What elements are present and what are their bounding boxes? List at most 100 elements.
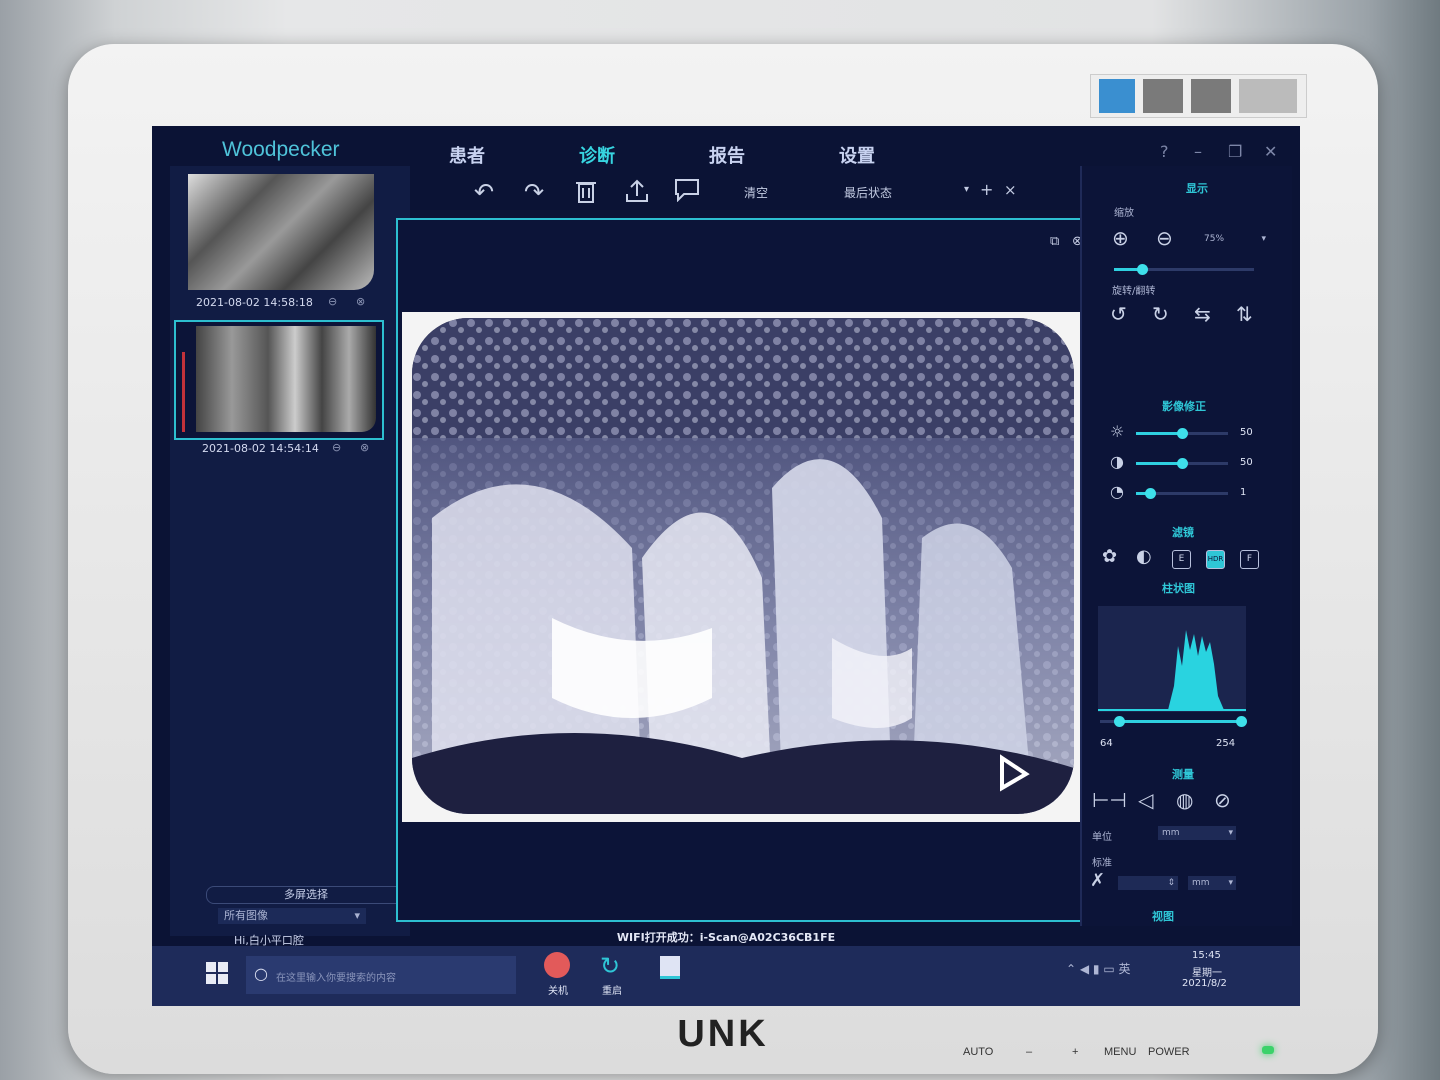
shutdown-label: 关机	[548, 986, 568, 997]
thumbnail-1[interactable]	[188, 174, 374, 290]
clock-day[interactable]: 星期一	[1192, 964, 1222, 979]
zoom-fit-icon[interactable]: ⊖	[1156, 226, 1173, 250]
tab-diagnosis[interactable]: 诊断	[579, 142, 615, 168]
dropdown-arrow-icon[interactable]: ▾	[964, 184, 969, 195]
remove-layout-button[interactable]: ×	[1004, 181, 1017, 199]
brightness-icon: ☼	[1110, 422, 1125, 441]
restart-label: 重启	[602, 986, 622, 997]
gamma-slider[interactable]	[1136, 488, 1228, 499]
calibrate-icon[interactable]: ✗	[1090, 870, 1105, 891]
last-state-select[interactable]: 最后状态	[844, 184, 892, 201]
taskbar-search-box[interactable]: ○ 在这里输入你要搜索的内容	[246, 956, 516, 994]
windows-start-icon[interactable]	[206, 962, 232, 988]
thumbnail-2-close-icon[interactable]: ⊗	[360, 441, 369, 454]
histogram-range-slider[interactable]	[1100, 716, 1247, 727]
help-icon[interactable]: ?	[1160, 142, 1169, 161]
stepper-icon[interactable]: ⇕	[1167, 876, 1175, 890]
thumbnail-2-edit-icon[interactable]: ⊖	[332, 441, 341, 454]
gamma-icon: ◔	[1110, 482, 1124, 501]
calibrate-input[interactable]: ⇕	[1118, 876, 1178, 890]
zoom-slider[interactable]	[1114, 264, 1254, 275]
contrast-slider[interactable]	[1136, 458, 1228, 469]
filter-hdr-button[interactable]: HDR	[1206, 550, 1225, 569]
histogram-chart[interactable]	[1098, 606, 1246, 712]
image-filter-value: 所有图像	[224, 909, 268, 922]
angle-icon[interactable]: ◁	[1138, 788, 1153, 812]
unit-value: mm	[1162, 828, 1180, 838]
clock-time[interactable]: 15:45	[1192, 950, 1221, 961]
clear-button[interactable]: 清空	[744, 184, 768, 201]
monitor-menu-button[interactable]: MENU	[1104, 1046, 1136, 1058]
chevron-down-icon: ▾	[354, 909, 360, 922]
app-logo: Woodpecker	[222, 138, 340, 161]
woodpecker-app-icon[interactable]	[660, 956, 680, 979]
clock-date[interactable]: 2021/8/2	[1182, 978, 1227, 989]
histogram-min-value: 64	[1100, 738, 1113, 749]
monitor-minus-button[interactable]: –	[1026, 1046, 1032, 1058]
contrast-value: 50	[1240, 457, 1253, 468]
brightness-slider[interactable]	[1136, 428, 1228, 439]
chevron-down-icon: ▾	[1228, 828, 1233, 838]
chevron-down-icon: ▾	[1261, 234, 1266, 244]
screen: Woodpecker 患者 诊断 报告 设置 ? – ❐ ✕ ↶ ↷ 清空 最后…	[152, 126, 1300, 1006]
status-message: WIFI打开成功：i-Scan@A02C36CB1FE	[616, 931, 836, 944]
filter-f-button[interactable]: F	[1240, 550, 1259, 569]
undo-icon[interactable]: ↶	[474, 178, 494, 206]
thumbnail-1-close-icon[interactable]: ⊗	[356, 295, 365, 308]
unit-select[interactable]: mm ▾	[1158, 826, 1236, 840]
restore-icon[interactable]: ❐	[1228, 142, 1242, 161]
palette-icon[interactable]: ✿	[1102, 546, 1117, 567]
dental-xray-image[interactable]	[412, 318, 1074, 814]
invert-icon[interactable]: ◐	[1136, 546, 1152, 567]
filter-e-button[interactable]: E	[1172, 550, 1191, 569]
tab-report[interactable]: 报告	[709, 142, 745, 168]
view-section-header: 视图	[1152, 910, 1174, 923]
rotate-right-icon[interactable]: ↻	[1152, 302, 1169, 326]
calibrate-unit-select[interactable]: mm ▾	[1188, 876, 1236, 890]
system-tray-icons[interactable]: ⌃ ◀ ▮ ▭ 英	[1066, 960, 1130, 977]
restart-icon[interactable]: ↻	[600, 952, 620, 980]
calibrate-unit-value: mm	[1192, 878, 1210, 888]
upload-icon[interactable]	[624, 178, 650, 210]
monitor-plus-button[interactable]: +	[1072, 1046, 1078, 1058]
minimize-icon[interactable]: –	[1194, 142, 1202, 161]
energy-label-sticker	[1090, 74, 1307, 118]
flip-vertical-icon[interactable]: ⇅	[1236, 302, 1253, 326]
calibrate-label: 标准	[1092, 858, 1112, 869]
trash-icon[interactable]	[574, 178, 598, 210]
image-filter-select[interactable]: 所有图像 ▾	[218, 908, 366, 924]
erase-measure-icon[interactable]: ⊘	[1214, 788, 1231, 812]
zoom-value: 75%	[1204, 234, 1225, 244]
measure-tool-icon[interactable]: ◍	[1176, 788, 1193, 812]
image-list-panel: 2021-08-02 14:58:18 ⊖ ⊗ 2021-08-02 14:54…	[170, 166, 410, 936]
rotate-left-icon[interactable]: ↺	[1110, 302, 1127, 326]
image-viewer[interactable]: ⧉ ⊗	[396, 218, 1098, 922]
multi-screen-select-button[interactable]: 多屏选择	[206, 886, 406, 904]
contrast-icon: ◑	[1110, 452, 1124, 471]
close-icon[interactable]: ✕	[1264, 142, 1277, 161]
thumbnail-1-date: 2021-08-02 14:58:18	[196, 296, 313, 309]
zoom-select[interactable]: 75% ▾	[1200, 232, 1266, 246]
measure-section-header: 测量	[1172, 768, 1194, 781]
histogram-section-header: 柱状图	[1162, 582, 1195, 595]
xray-frame	[402, 312, 1086, 822]
shutdown-icon[interactable]	[544, 952, 570, 978]
brightness-value: 50	[1240, 427, 1253, 438]
add-layout-button[interactable]: +	[980, 180, 993, 199]
search-icon: ○	[254, 964, 268, 983]
display-section-header: 显示	[1186, 182, 1208, 195]
popout-icon[interactable]: ⧉	[1050, 234, 1059, 249]
thumbnail-1-edit-icon[interactable]: ⊖	[328, 295, 337, 308]
monitor-power-button[interactable]: POWER	[1148, 1046, 1190, 1058]
thumbnail-2[interactable]	[174, 320, 384, 440]
zoom-in-icon[interactable]: ⊕	[1112, 226, 1129, 250]
chevron-down-icon: ▾	[1228, 878, 1233, 888]
comment-icon[interactable]	[674, 178, 700, 208]
ruler-icon[interactable]: ⊢⊣	[1092, 788, 1127, 812]
tab-settings[interactable]: 设置	[839, 142, 875, 168]
flip-horizontal-icon[interactable]: ⇆	[1194, 302, 1211, 326]
rotate-label: 旋转/翻转	[1112, 286, 1156, 297]
tab-patient[interactable]: 患者	[449, 142, 485, 168]
monitor-auto-button[interactable]: AUTO	[963, 1046, 993, 1058]
redo-icon[interactable]: ↷	[524, 178, 544, 206]
